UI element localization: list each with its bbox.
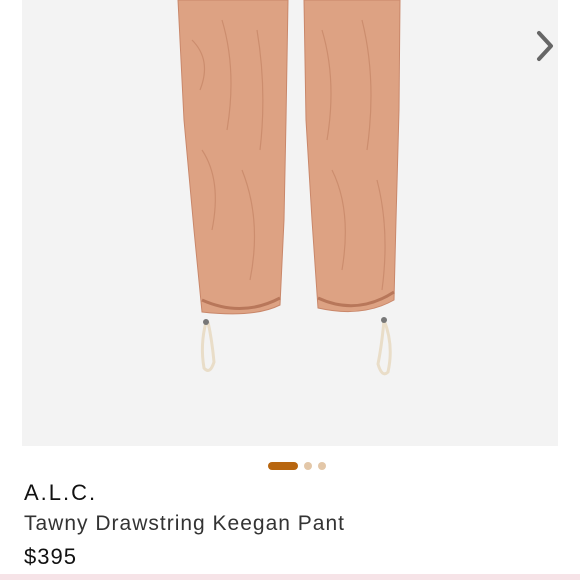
pant-right-leg <box>303 0 401 313</box>
pant-left-leg <box>177 0 289 315</box>
product-image-gallery[interactable] <box>22 0 558 446</box>
chevron-right-icon <box>537 31 553 61</box>
drawstring-left <box>200 321 216 372</box>
gallery-pagination <box>0 462 580 470</box>
bottom-bar <box>0 574 580 580</box>
product-image <box>177 0 401 376</box>
gallery-dot[interactable] <box>304 462 312 470</box>
gallery-dot[interactable] <box>318 462 326 470</box>
gallery-dot-active[interactable] <box>268 462 298 470</box>
product-title: Tawny Drawstring Keegan Pant <box>24 512 345 535</box>
brand-link[interactable]: A.L.C. <box>24 480 97 506</box>
drawstring-right <box>376 319 392 376</box>
next-image-button[interactable] <box>530 28 558 64</box>
product-price: $395 <box>24 544 77 569</box>
